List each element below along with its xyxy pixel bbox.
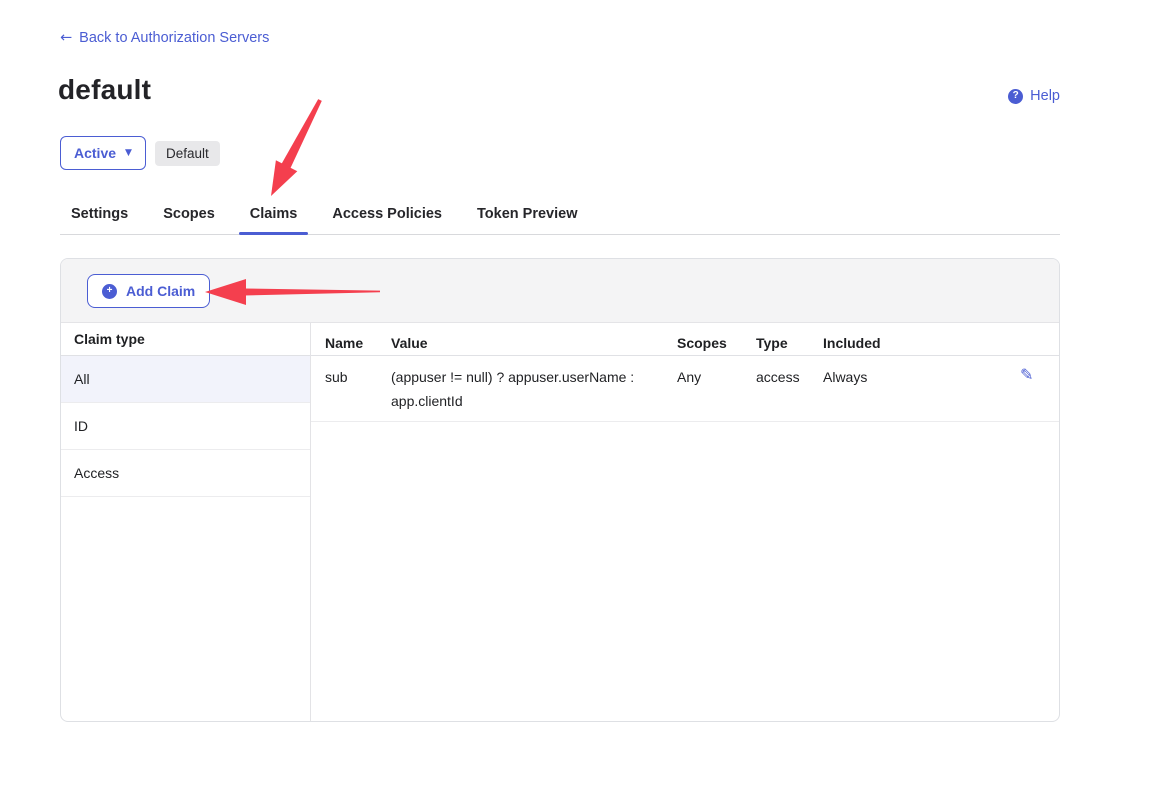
back-link[interactable]: ← Back to Authorization Servers	[60, 30, 269, 46]
claim-included-cell: Always	[809, 365, 1013, 413]
tab-bar: Settings Scopes Claims Access Policies T…	[60, 198, 1060, 235]
claims-table: Name Value Scopes Type Included sub (app…	[311, 323, 1059, 721]
status-dropdown-button[interactable]: Active ▼	[60, 136, 146, 170]
tab-token-preview[interactable]: Token Preview	[466, 198, 588, 234]
edit-pencil-icon[interactable]: ✎	[1020, 365, 1033, 413]
tab-scopes[interactable]: Scopes	[152, 198, 226, 234]
help-label: Help	[1030, 88, 1060, 104]
table-row: sub (appuser != null) ? appuser.userName…	[311, 356, 1059, 422]
help-icon: ?	[1008, 89, 1023, 104]
claims-table-header: Name Value Scopes Type Included	[311, 323, 1059, 356]
claim-type-item-all[interactable]: All	[61, 356, 310, 403]
back-link-label: Back to Authorization Servers	[79, 30, 269, 46]
column-header-actions	[1013, 323, 1059, 355]
column-header-scopes: Scopes	[663, 323, 742, 355]
column-header-value: Value	[377, 323, 663, 355]
claims-panel-body: Claim type All ID Access Name Value Scop…	[61, 323, 1059, 721]
page-title: default	[58, 74, 151, 106]
claim-scopes-cell: Any	[663, 365, 742, 413]
claim-value-cell: (appuser != null) ? appuser.userName : a…	[377, 365, 663, 413]
plus-icon: +	[102, 284, 117, 299]
column-header-included: Included	[809, 323, 1013, 355]
tab-access-policies[interactable]: Access Policies	[321, 198, 453, 234]
add-claim-label: Add Claim	[126, 283, 195, 299]
tab-settings[interactable]: Settings	[60, 198, 139, 234]
claim-type-item-access[interactable]: Access	[61, 450, 310, 497]
claims-panel: + Add Claim Claim type All ID Access Nam…	[60, 258, 1060, 722]
status-dropdown-label: Active	[74, 145, 116, 161]
claim-type-item-id[interactable]: ID	[61, 403, 310, 450]
claim-type-cell: access	[742, 365, 809, 413]
annotation-arrow-claims-tab	[253, 88, 338, 203]
claim-type-header: Claim type	[61, 323, 310, 356]
help-link[interactable]: ? Help	[1008, 88, 1060, 104]
chevron-down-icon: ▼	[125, 148, 132, 158]
claim-type-list: Claim type All ID Access	[61, 323, 311, 721]
claim-name-cell: sub	[311, 365, 377, 413]
tab-claims[interactable]: Claims	[239, 198, 309, 234]
status-badge: Default	[155, 141, 220, 166]
claims-toolbar: + Add Claim	[61, 259, 1059, 323]
column-header-type: Type	[742, 323, 809, 355]
add-claim-button[interactable]: + Add Claim	[87, 274, 210, 308]
column-header-name: Name	[311, 323, 377, 355]
back-arrow-icon: ←	[60, 30, 72, 46]
claim-actions-cell: ✎	[1013, 365, 1059, 413]
